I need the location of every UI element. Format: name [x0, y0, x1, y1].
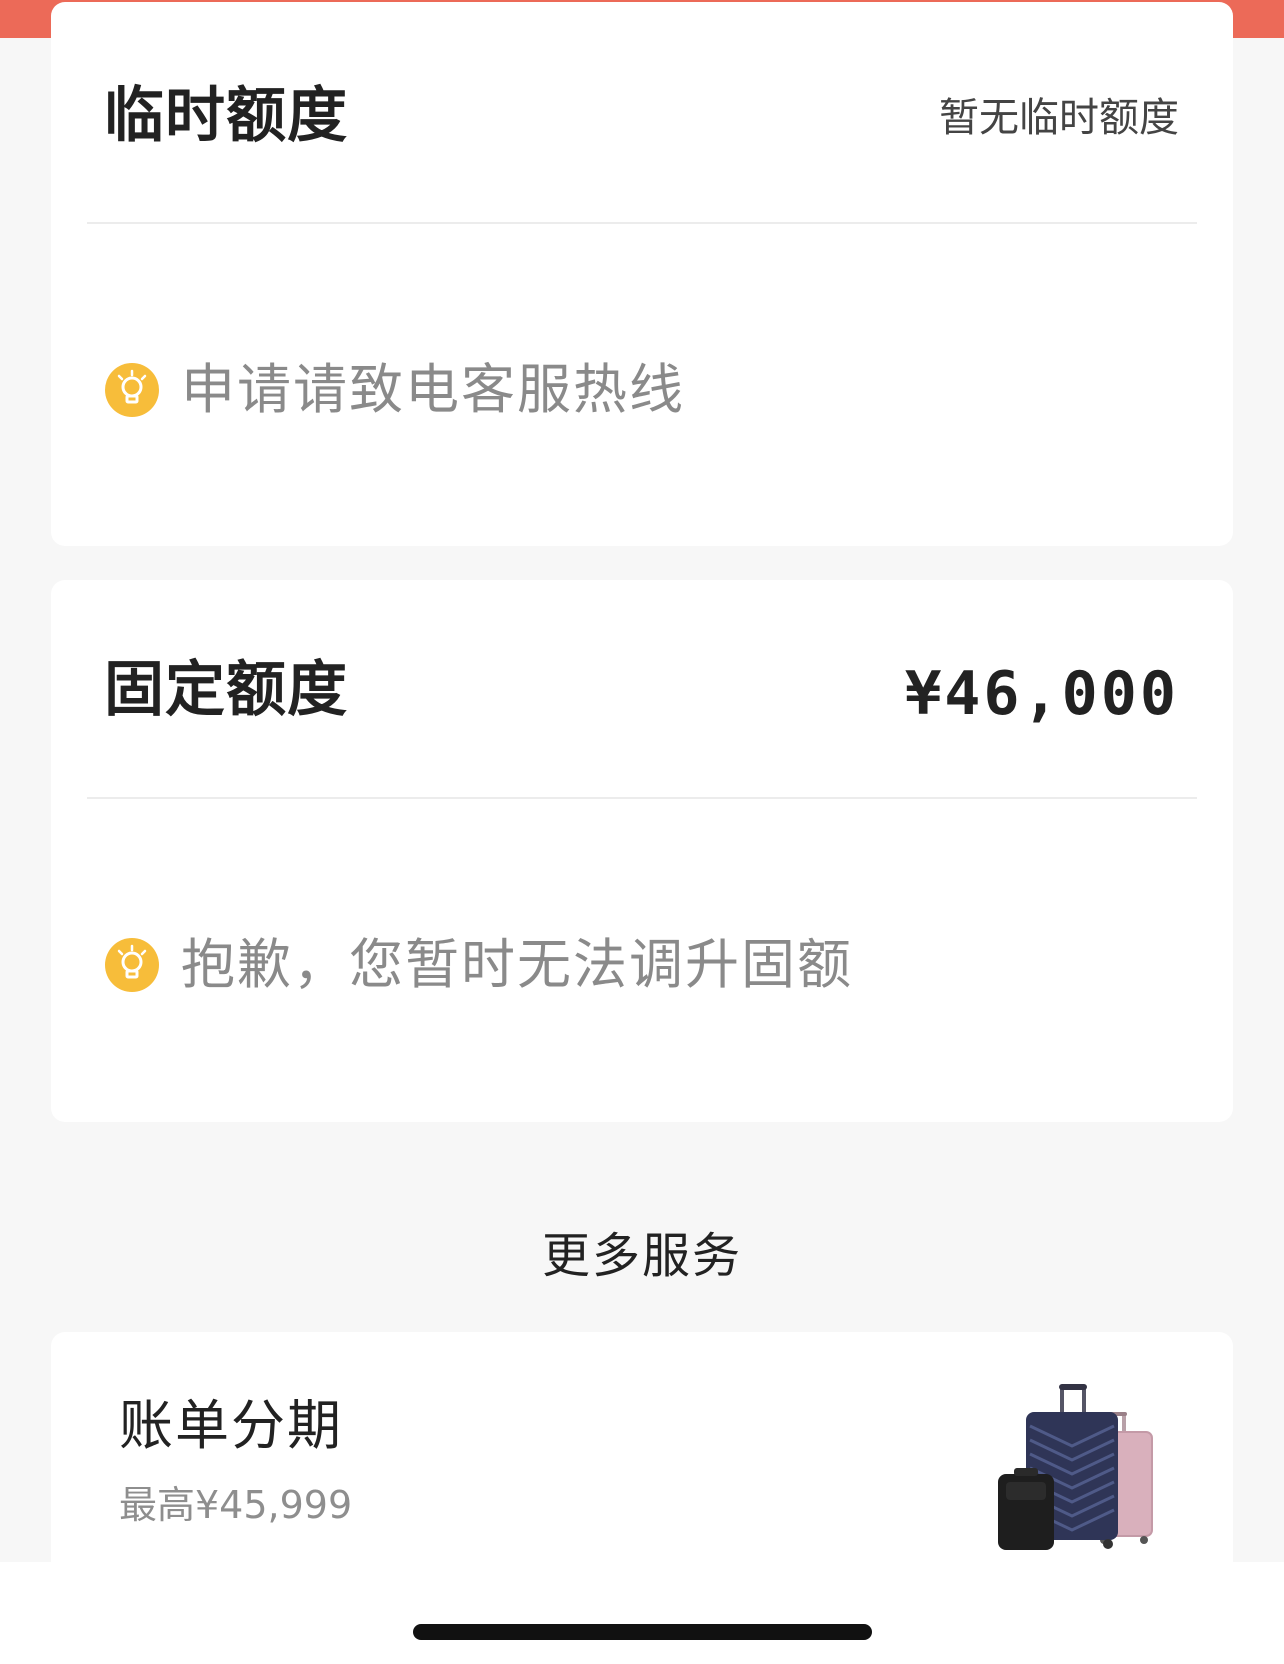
service-card-title: 账单分期: [119, 1394, 343, 1457]
more-services-title: 更多服务: [541, 1228, 742, 1284]
temp-limit-tip: 申请请致电客服热线: [105, 358, 685, 422]
fixed-limit-tip-text: 抱歉，您暂时无法调升固额: [181, 933, 853, 996]
fixed-limit-header: 固定额度 ¥46,000: [51, 580, 1233, 798]
temp-limit-tip-text: 申请请致电客服热线: [181, 358, 685, 421]
temp-limit-card[interactable]: 临时额度 暂无临时额度 申请请致电客服热线: [51, 2, 1233, 546]
fixed-limit-tip: 抱歉，您暂时无法调升固额: [105, 933, 853, 997]
lightbulb-icon: [105, 363, 159, 417]
divider: [87, 797, 1197, 799]
service-card-installment[interactable]: 账单分期 最高¥45,999: [51, 1332, 1233, 1592]
temp-limit-value: 暂无临时额度: [939, 95, 1179, 141]
temp-limit-title: 临时额度: [104, 81, 348, 151]
fixed-limit-amount: ¥46,000: [905, 659, 1179, 729]
service-card-subtitle: 最高¥45,999: [119, 1483, 353, 1527]
temp-limit-header: 临时额度 暂无临时额度: [51, 2, 1233, 224]
home-indicator[interactable]: [413, 1624, 872, 1640]
luggage-image: [998, 1384, 1153, 1550]
fixed-limit-title: 固定额度: [104, 655, 348, 725]
fixed-limit-card[interactable]: 固定额度 ¥46,000 抱歉，您暂时无法调升固额: [51, 580, 1233, 1122]
lightbulb-icon: [105, 938, 159, 992]
bottom-safe-area: [0, 1562, 1284, 1664]
divider: [87, 222, 1197, 224]
